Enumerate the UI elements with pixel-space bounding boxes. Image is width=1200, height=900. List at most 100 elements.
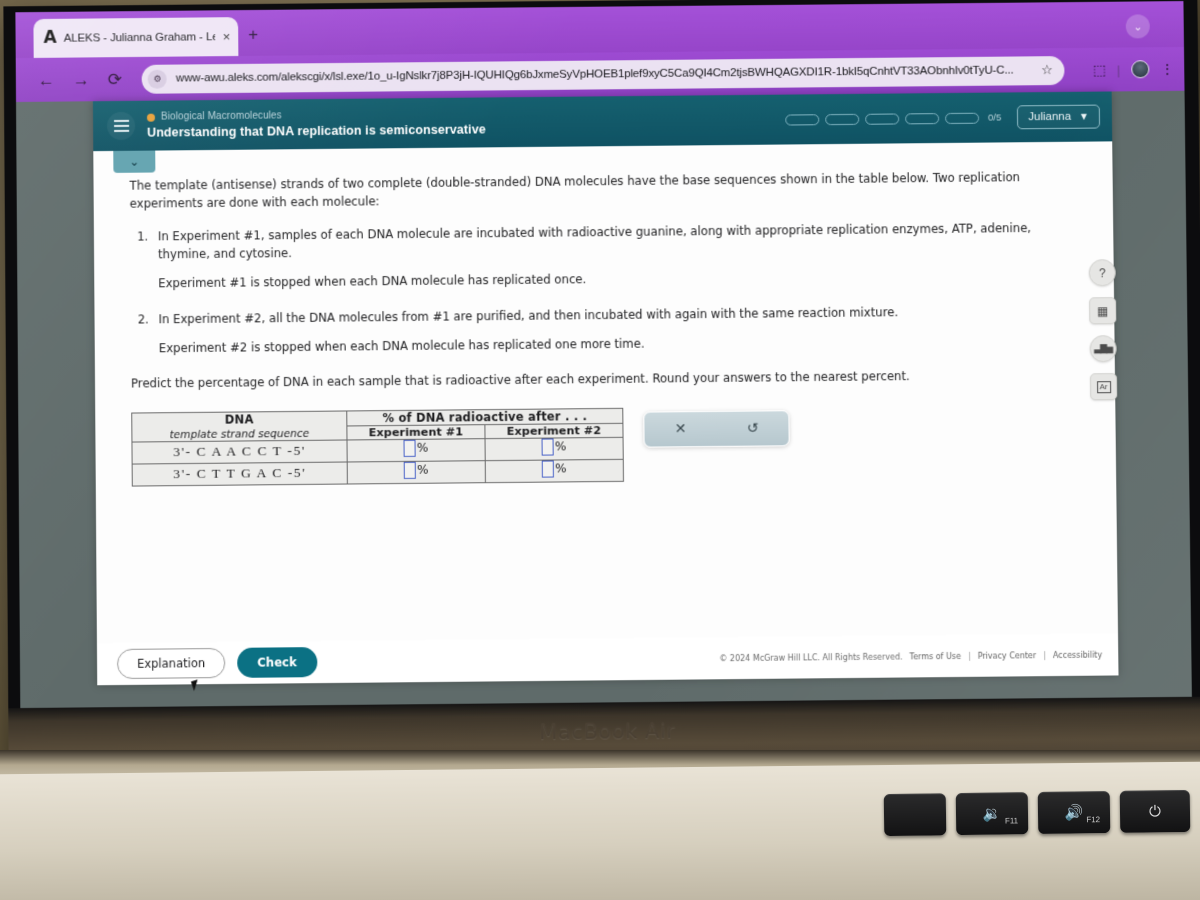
chrome-browser-window: A ALEKS - Julianna Graham - Le × + ⌄ ← →… — [15, 1, 1192, 711]
aleks-favicon: A — [43, 27, 57, 48]
privacy-center-link[interactable]: Privacy Center — [978, 651, 1037, 661]
answer-input-group[interactable]: % — [403, 439, 429, 457]
terms-of-use-link[interactable]: Terms of Use — [910, 651, 961, 661]
percent-symbol: % — [555, 461, 567, 476]
toolbar-divider: | — [1116, 61, 1121, 77]
help-glyph: ? — [1098, 265, 1106, 280]
data-chart-icon[interactable]: ▃▇▅ — [1089, 335, 1117, 363]
copyright-text: © 2024 McGraw Hill LLC. All Rights Reser… — [719, 651, 903, 663]
clear-answer-icon[interactable]: ✕ — [675, 421, 687, 437]
function-key-row: 🔉 F11 🔊 F12 ⏻ — [883, 789, 1191, 837]
tool-rail: ? ▦ ▃▇▅ Ar — [1088, 259, 1118, 401]
key-label: F11 — [1004, 816, 1019, 826]
explanation-button[interactable]: Explanation — [116, 647, 226, 680]
progress-segment — [865, 112, 900, 125]
reload-button[interactable]: ⟳ — [108, 70, 122, 89]
site-settings-icon[interactable]: ⚙ — [147, 69, 167, 89]
dna-column-header: DNA template strand sequence — [131, 410, 347, 443]
answer-cell-row1-exp1[interactable]: % — [346, 438, 486, 462]
percent-input[interactable] — [403, 461, 417, 479]
question-steps: In Experiment #1, samples of each DNA mo… — [130, 220, 1036, 358]
undo-icon[interactable]: ↺ — [747, 421, 759, 437]
back-button[interactable]: ← — [38, 70, 55, 89]
footer-separator: | — [967, 651, 971, 661]
bookmark-star-icon[interactable]: ☆ — [1041, 62, 1053, 78]
calculator-glyph: ▦ — [1096, 303, 1109, 318]
percent-input[interactable] — [542, 460, 555, 478]
percent-input[interactable] — [541, 438, 554, 456]
answer-cell-row1-exp2[interactable]: % — [485, 437, 624, 461]
laptop-body: A ALEKS - Julianna Graham - Le × + ⌄ ← →… — [3, 0, 1200, 769]
aleks-app-frame: Biological Macromolecules Understanding … — [92, 91, 1119, 686]
laptop-screen: A ALEKS - Julianna Graham - Le × + ⌄ ← →… — [15, 1, 1192, 711]
answer-input-group[interactable]: % — [542, 460, 567, 478]
answer-input-group[interactable]: % — [403, 461, 429, 479]
help-icon[interactable]: ? — [1088, 259, 1116, 287]
toolbar-icons: ⬚ | ⋮ — [1083, 60, 1175, 79]
progress-count: 0/5 — [988, 111, 1002, 124]
percent-symbol: % — [554, 439, 567, 454]
volume-down-key[interactable]: 🔉 F11 — [955, 792, 1029, 836]
address-bar[interactable]: ⚙ www-awu.aleks.com/alekscgi/x/lsl.exe/1… — [141, 55, 1065, 94]
progress-segment — [825, 113, 860, 125]
periodic-table-icon[interactable]: Ar — [1089, 373, 1118, 401]
chevron-down-icon[interactable]: ⌄ — [1125, 14, 1150, 39]
answer-cell-row2-exp1[interactable]: % — [347, 460, 486, 484]
answer-cell-row2-exp2[interactable]: % — [485, 459, 624, 483]
power-key[interactable]: ⏻ — [1119, 789, 1191, 833]
question-intro: The template (antisense) strands of two … — [129, 170, 1021, 211]
subheader-experiment-2: Experiment #2 — [484, 423, 624, 439]
topic-dot-icon — [146, 113, 155, 122]
answer-area: DNA template strand sequence % of DNA ra… — [131, 403, 1076, 487]
new-tab-button[interactable]: + — [248, 25, 258, 44]
question-predict: Predict the percentage of DNA in each sa… — [130, 369, 910, 391]
subject-label: Biological Macromolecules — [160, 110, 282, 123]
volume-up-key[interactable]: 🔊 F12 — [1037, 790, 1111, 834]
progress-segment — [945, 112, 980, 124]
user-menu-button[interactable]: Julianna ▼ — [1017, 104, 1101, 130]
chart-glyph: ▃▇▅ — [1094, 343, 1113, 354]
table-row: 3'- C T T G A C -5' % % — [132, 459, 624, 487]
answer-mini-toolbar: ✕ ↺ — [643, 410, 790, 448]
subheader-experiment-1: Experiment #1 — [346, 424, 486, 440]
accessibility-link[interactable]: Accessibility — [1053, 650, 1102, 659]
extensions-icon[interactable]: ⬚ — [1093, 62, 1106, 78]
dna-header-line1: DNA — [224, 412, 254, 427]
percent-input[interactable] — [403, 439, 416, 457]
chevron-down-icon: ▼ — [1078, 111, 1089, 123]
footer-separator: | — [1043, 650, 1047, 660]
calculator-icon[interactable]: ▦ — [1089, 297, 1117, 325]
key-label: F12 — [1086, 815, 1101, 825]
collapse-header-button[interactable]: ⌄ — [113, 150, 156, 173]
browser-tab-title: ALEKS - Julianna Graham - Le — [63, 30, 216, 45]
dna-answer-table: DNA template strand sequence % of DNA ra… — [131, 407, 624, 487]
hamburger-icon[interactable] — [106, 111, 136, 141]
progress-bar: 0/5 — [785, 111, 1002, 126]
profile-avatar[interactable] — [1131, 60, 1150, 79]
page-viewport: Biological Macromolecules Understanding … — [16, 90, 1192, 711]
question-body: The template (antisense) strands of two … — [93, 141, 1119, 644]
key-blank[interactable] — [883, 793, 947, 837]
percent-symbol: % — [416, 441, 429, 456]
laptop-keyboard: 🔉 F11 🔊 F12 ⏻ — [0, 750, 1200, 900]
check-button[interactable]: Check — [237, 647, 317, 678]
dna-sequence-cell: 3'- C T T G A C -5' — [132, 461, 348, 487]
forward-button[interactable]: → — [73, 70, 90, 89]
power-icon: ⏻ — [1148, 802, 1162, 820]
question-footer: Explanation Check © 2024 McGraw Hill LLC… — [96, 633, 1119, 686]
header-right: 0/5 Julianna ▼ — [785, 104, 1101, 132]
dna-sequence-cell: 3'- C A A C C T -5' — [131, 439, 348, 465]
progress-segment — [785, 113, 820, 126]
browser-menu-icon[interactable]: ⋮ — [1160, 61, 1174, 77]
answer-input-group[interactable]: % — [541, 438, 567, 456]
step-main-text: In Experiment #1, samples of each DNA mo… — [157, 221, 1032, 262]
question-step: In Experiment #1, samples of each DNA mo… — [152, 220, 1035, 293]
volume-up-icon: 🔊 — [1064, 804, 1084, 822]
periodic-glyph: Ar — [1096, 380, 1111, 393]
user-name-label: Julianna — [1028, 110, 1072, 124]
step-sub-text: Experiment #1 is stopped when each DNA m… — [158, 272, 587, 291]
browser-tab-aleks[interactable]: A ALEKS - Julianna Graham - Le × — [33, 17, 239, 58]
step-main-text: In Experiment #2, all the DNA molecules … — [158, 305, 899, 327]
progress-segment — [905, 112, 940, 124]
close-tab-icon[interactable]: × — [223, 29, 231, 44]
